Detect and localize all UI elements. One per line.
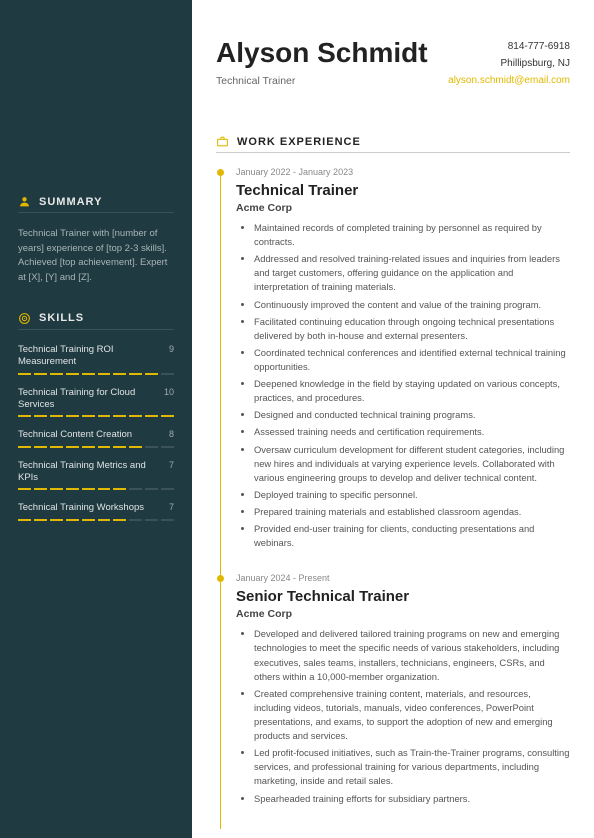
job-bullet: Facilitated continuing education through… bbox=[254, 315, 570, 343]
skill-bar bbox=[18, 519, 174, 521]
job-bullet: Continuously improved the content and va… bbox=[254, 298, 570, 312]
skill-name: Technical Training Workshops bbox=[18, 502, 161, 514]
skills-list: Technical Training ROI Measurement9Techn… bbox=[18, 344, 174, 521]
divider bbox=[18, 212, 174, 213]
job-role: Technical Trainer bbox=[236, 182, 570, 199]
skill-row: Technical Training for Cloud Services 10 bbox=[18, 387, 174, 412]
skill-row: Technical Training Workshops 7 bbox=[18, 502, 174, 514]
target-icon bbox=[18, 312, 31, 325]
skill-name: Technical Training for Cloud Services bbox=[18, 387, 156, 412]
skill-row: Technical Training ROI Measurement 9 bbox=[18, 344, 174, 369]
job-company: Acme Corp bbox=[236, 608, 570, 620]
job-bullet: Assessed training needs and certificatio… bbox=[254, 425, 570, 439]
work-section: WORK EXPERIENCE January 2022 - January 2… bbox=[216, 135, 570, 829]
skill-bar bbox=[18, 373, 174, 375]
job-bullets: Developed and delivered tailored trainin… bbox=[236, 627, 570, 805]
job-bullet: Led profit-focused initiatives, such as … bbox=[254, 746, 570, 788]
job-entry: January 2024 - Present Senior Technical T… bbox=[220, 573, 570, 828]
full-name: Alyson Schmidt bbox=[216, 38, 428, 69]
jobs-timeline: January 2022 - January 2023 Technical Tra… bbox=[220, 167, 570, 829]
phone: 814-777-6918 bbox=[448, 38, 570, 55]
sidebar: SUMMARY Technical Trainer with [number o… bbox=[0, 0, 192, 838]
skill-row: Technical Content Creation 8 bbox=[18, 429, 174, 441]
job-bullet: Addressed and resolved training-related … bbox=[254, 252, 570, 294]
contact-block: 814-777-6918 Phillipsburg, NJ alyson.sch… bbox=[448, 38, 570, 89]
skill-rating: 9 bbox=[169, 344, 174, 354]
divider bbox=[216, 152, 570, 153]
skill-rating: 10 bbox=[164, 387, 174, 397]
divider bbox=[18, 329, 174, 330]
skill-row: Technical Training Metrics and KPIs 7 bbox=[18, 460, 174, 485]
header: Alyson Schmidt Technical Trainer 814-777… bbox=[216, 38, 570, 89]
skill-name: Technical Content Creation bbox=[18, 429, 161, 441]
summary-label: SUMMARY bbox=[39, 196, 102, 208]
job-bullet: Created comprehensive training content, … bbox=[254, 687, 570, 743]
job-bullet: Coordinated technical conferences and id… bbox=[254, 346, 570, 374]
job-title: Technical Trainer bbox=[216, 75, 428, 87]
job-company: Acme Corp bbox=[236, 202, 570, 214]
job-dates: January 2024 - Present bbox=[236, 573, 570, 583]
job-role: Senior Technical Trainer bbox=[236, 588, 570, 605]
work-label: WORK EXPERIENCE bbox=[237, 136, 361, 148]
skill-bar bbox=[18, 488, 174, 490]
skill-rating: 8 bbox=[169, 429, 174, 439]
briefcase-icon bbox=[216, 135, 229, 148]
email: alyson.schmidt@email.com bbox=[448, 72, 570, 89]
job-bullet: Deployed training to specific personnel. bbox=[254, 488, 570, 502]
main: Alyson Schmidt Technical Trainer 814-777… bbox=[192, 0, 594, 838]
summary-heading: SUMMARY bbox=[18, 195, 174, 208]
job-dates: January 2022 - January 2023 bbox=[236, 167, 570, 177]
skill-rating: 7 bbox=[169, 502, 174, 512]
name-block: Alyson Schmidt Technical Trainer bbox=[216, 38, 428, 87]
skill-name: Technical Training ROI Measurement bbox=[18, 344, 161, 369]
job-bullet: Spearheaded training efforts for subsidi… bbox=[254, 792, 570, 806]
job-bullet: Maintained records of completed training… bbox=[254, 221, 570, 249]
job-bullet: Designed and conducted technical trainin… bbox=[254, 408, 570, 422]
location: Phillipsburg, NJ bbox=[448, 55, 570, 72]
job-bullet: Provided end-user training for clients, … bbox=[254, 522, 570, 550]
job-bullet: Developed and delivered tailored trainin… bbox=[254, 627, 570, 683]
job-entry: January 2022 - January 2023 Technical Tra… bbox=[220, 167, 570, 573]
person-icon bbox=[18, 195, 31, 208]
skill-bar bbox=[18, 415, 174, 417]
skill-name: Technical Training Metrics and KPIs bbox=[18, 460, 161, 485]
job-bullets: Maintained records of completed training… bbox=[236, 221, 570, 550]
work-heading: WORK EXPERIENCE bbox=[216, 135, 570, 148]
skill-bar bbox=[18, 446, 174, 448]
skills-heading: SKILLS bbox=[18, 312, 174, 325]
skill-rating: 7 bbox=[169, 460, 174, 470]
job-bullet: Oversaw curriculum development for diffe… bbox=[254, 443, 570, 485]
job-bullet: Prepared training materials and establis… bbox=[254, 505, 570, 519]
summary-text: Technical Trainer with [number of years]… bbox=[18, 227, 174, 286]
job-bullet: Deepened knowledge in the field by stayi… bbox=[254, 377, 570, 405]
skills-label: SKILLS bbox=[39, 312, 84, 324]
